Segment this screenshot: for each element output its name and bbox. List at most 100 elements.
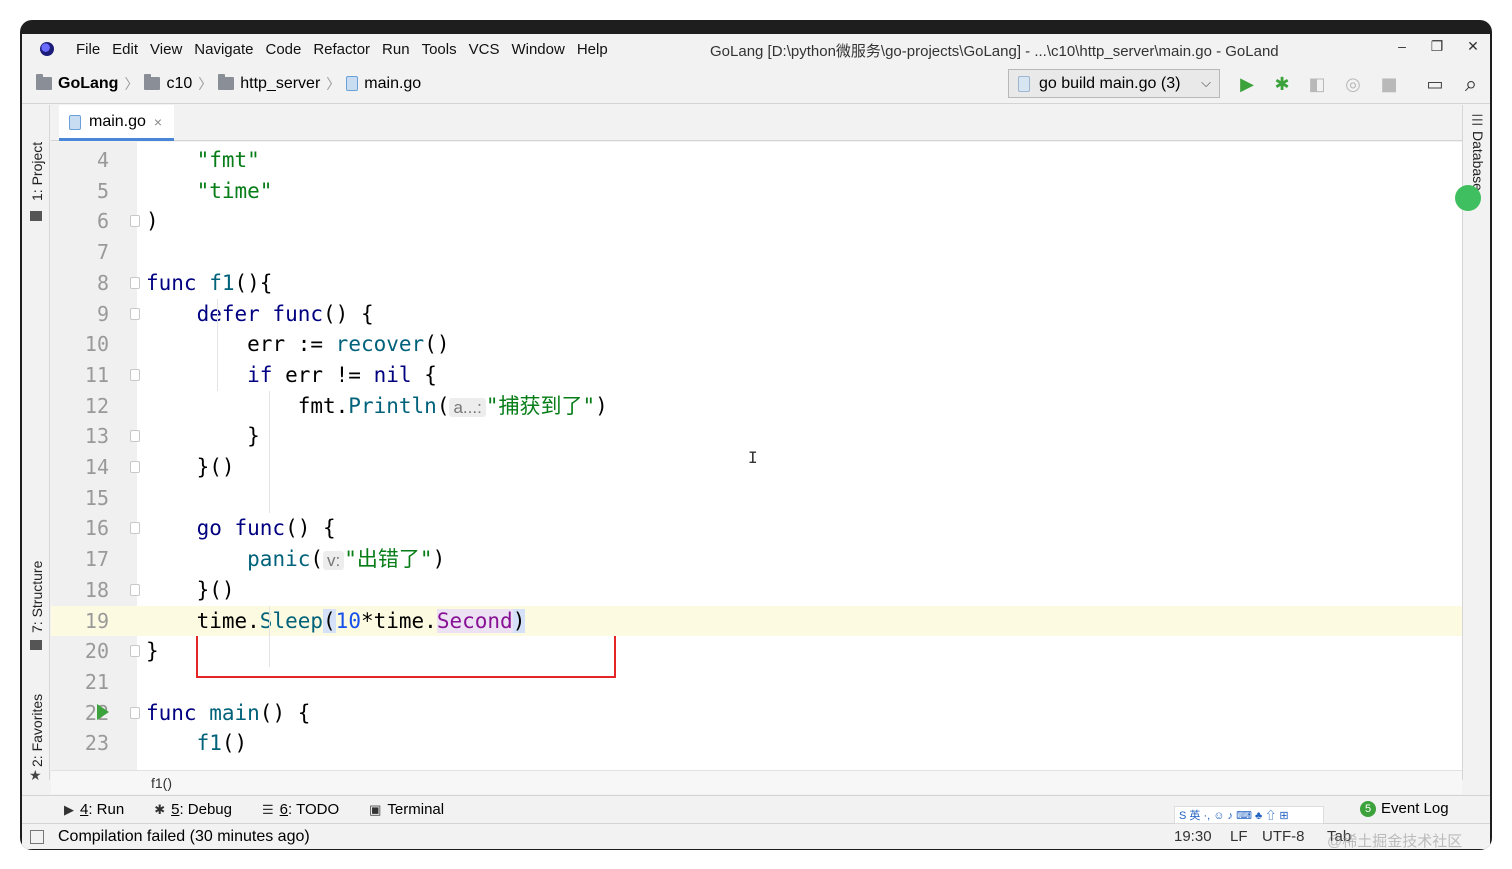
menu-code[interactable]: Code [265,41,301,58]
fold-marker-icon[interactable] [130,430,140,443]
line-separator[interactable]: LF [1230,828,1248,845]
line-number: 11 [84,362,109,387]
code-token: "fmt" [196,148,260,172]
code-text: time.Sleep(10*time.Second) [146,606,526,636]
menu-vcs[interactable]: VCS [469,41,500,58]
fold-marker-icon[interactable] [130,645,140,658]
menu-view[interactable]: View [150,41,182,58]
menu-refactor[interactable]: Refactor [313,41,370,58]
code-line[interactable]: 11 if err != nil { [51,360,1462,390]
terminal-tool-tab[interactable]: ▣ Terminal [369,801,444,818]
event-log-button[interactable]: 5 Event Log [1360,800,1449,817]
line-number: 20 [84,639,109,664]
code-line[interactable]: 20} [51,636,1462,666]
breadcrumb-c10[interactable]: c10 [144,74,192,93]
code-token: func [146,700,210,725]
chevron-down-icon: ⌵ [1201,75,1211,90]
code-token: *time. [360,608,437,633]
code-line[interactable]: 4 "fmt" [51,145,1462,175]
favorites-tool-button[interactable]: 2: Favorites [29,694,45,767]
search-icon[interactable]: ⌕ [1460,72,1482,97]
tool-tab-label: : Debug [179,801,232,818]
code-line[interactable]: 23 f1() [51,728,1462,758]
caret-position[interactable]: 19:30 [1174,828,1212,845]
code-line[interactable]: 12 fmt.Println(a...: "捕获到了") [51,391,1462,421]
line-number: 16 [84,516,109,541]
run-configuration-select[interactable]: go build main.go (3) ⌵ [1008,69,1220,98]
fold-marker-icon[interactable] [130,522,140,535]
fold-marker-icon[interactable] [130,706,140,719]
code-line[interactable]: 5 "time" [51,176,1462,206]
navigation-bar: GoLang 〉 c10 〉 http_server 〉 main.go go … [22,64,1490,104]
code-token: (){ [234,270,273,295]
database-tool-button[interactable]: Database [1470,131,1486,191]
code-line[interactable]: 19 time.Sleep(10*time.Second) [51,605,1462,636]
code-token: () [221,731,248,756]
project-tool-button[interactable]: 1: Project [29,142,45,201]
code-text: "time" [146,176,273,206]
code-token: }() [196,577,235,602]
fold-marker-icon[interactable] [130,368,140,381]
run-tool-tab[interactable]: ▶ 4: Run [64,801,124,818]
todo-tool-tab[interactable]: ☰ 6: TODO [262,801,339,818]
code-line[interactable]: 6) [51,206,1462,236]
breadcrumb-http-server[interactable]: http_server [218,74,320,93]
code-line[interactable]: 8 func f1(){ [51,268,1462,298]
profile-icon[interactable]: ◎ [1342,74,1364,95]
fold-marker-icon[interactable] [130,276,140,289]
debug-tool-tab[interactable]: ✱ 5: Debug [154,801,232,818]
menu-help[interactable]: Help [577,41,608,58]
code-line[interactable]: 14 }() [51,452,1462,482]
run-icon[interactable]: ▶ [1236,74,1258,95]
file-encoding[interactable]: UTF-8 [1262,828,1305,845]
menu-edit[interactable]: Edit [112,41,138,58]
structure-icon [30,640,42,650]
code-line[interactable]: 22 func main() { [51,698,1462,728]
code-breadcrumb[interactable]: f1() [51,770,1462,794]
menu-run[interactable]: Run [382,41,410,58]
editor-tab-main-go[interactable]: main.go × [59,105,175,141]
menu-window[interactable]: Window [511,41,564,58]
stop-icon[interactable]: ■ [1378,74,1400,95]
coverage-icon[interactable]: ◧ [1306,74,1328,95]
code-token: Second [436,608,513,633]
code-token: nil [373,362,412,387]
code-line[interactable]: 7 [51,237,1462,267]
go-file-icon [69,115,81,130]
chevron-right-icon: 〉 [124,75,139,92]
menu-tools[interactable]: Tools [422,41,457,58]
menu-file[interactable]: File [76,41,100,58]
fold-marker-icon[interactable] [130,215,140,228]
code-token: () { [259,700,311,725]
terminal-window-icon[interactable]: ▭ [1424,74,1446,95]
breadcrumb-golang[interactable]: GoLang [36,74,118,93]
indent-guide [269,605,270,667]
structure-tool-button[interactable]: 7: Structure [29,561,45,633]
code-token: ) [595,393,608,418]
fold-marker-icon[interactable] [130,461,140,473]
code-line[interactable]: 17 panic(v: "出错了") [51,544,1462,574]
run-gutter-icon[interactable] [97,703,109,720]
code-line[interactable]: 16 go func() { [51,513,1462,543]
code-line[interactable]: 10 err := recover() [51,329,1462,359]
tool-windows-toggle-icon[interactable] [30,829,44,844]
code-line[interactable]: 13 } [51,421,1462,451]
menu-navigate[interactable]: Navigate [194,41,253,58]
fold-marker-icon[interactable] [130,583,140,596]
code-line[interactable]: 18 }() [51,575,1462,605]
fold-marker-icon[interactable] [130,307,140,320]
debug-icon[interactable]: ✱ [1271,74,1293,95]
breadcrumb-main-go[interactable]: main.go [346,75,421,93]
code-line[interactable]: 9 defer func() { [51,299,1462,329]
close-window-button[interactable]: ✕ [1463,38,1483,55]
minimize-button[interactable]: – [1392,38,1412,54]
code-line[interactable]: 15 [51,483,1462,513]
code-line[interactable]: 21 [51,667,1462,697]
code-editor[interactable]: ✔ I 4 "fmt"5 "time"6)78func f1(){9 defer… [51,142,1462,770]
line-number: 14 [84,455,109,479]
close-tab-icon[interactable]: × [154,114,162,130]
ime-toolbar[interactable]: S 英 ·, ☺ ♪ ⌨ ♣ ⇧ ⊞ [1174,806,1324,824]
maximize-button[interactable]: ❐ [1427,38,1447,55]
